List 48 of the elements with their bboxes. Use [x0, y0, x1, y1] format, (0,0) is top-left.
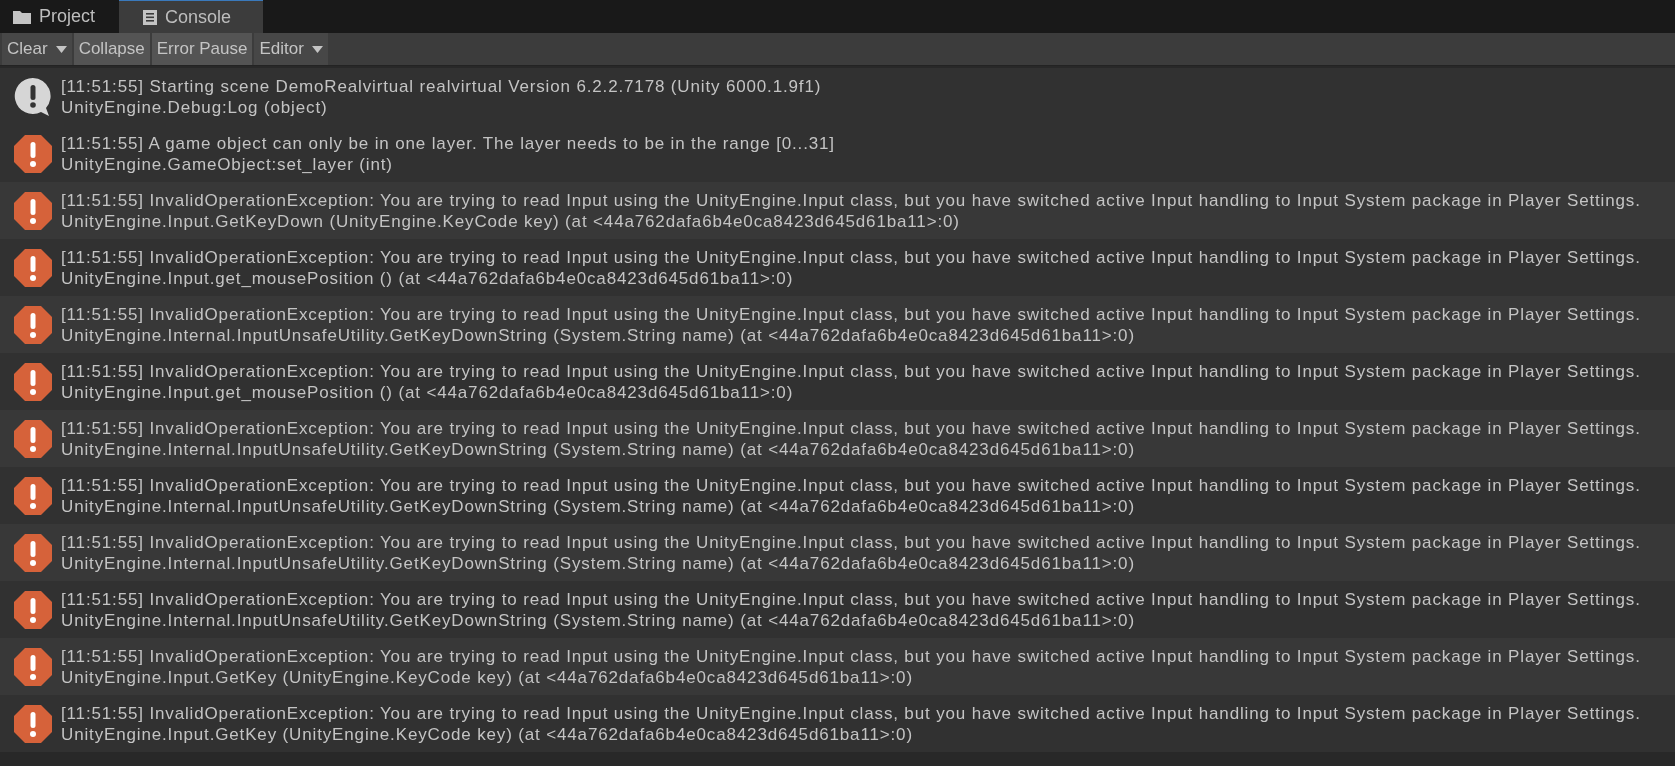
- stack-trace-line: UnityEngine.Internal.InputUnsafeUtility.GetKeyDownString (System.String name) (at <44a762dafa6b4e0ca8423d645d61ba11>:0): [61, 324, 1136, 346]
- log-message: [11:51:55] InvalidOperationException: You are trying to read Input using the UnityEngine.Input class, but you have switched active Input handling to Input System package in Player Settings.: [61, 702, 1641, 724]
- stack-trace-line: UnityEngine.GameObject:set_layer (int): [61, 153, 394, 175]
- log-message: [11:51:55] InvalidOperationException: You are trying to read Input using the UnityEngine.Input class, but you have switched active Input handling to Input System package in Player Settings.: [61, 360, 1641, 382]
- stack-trace-line: UnityEngine.Internal.InputUnsafeUtility.GetKeyDownString (System.String name) (at <44a762dafa6b4e0ca8423d645d61ba11>:0): [61, 552, 1136, 574]
- list-icon: [143, 9, 158, 25]
- log-message: [11:51:55] InvalidOperationException: You are trying to read Input using the UnityEngine.Input class, but you have switched active Input handling to Input System package in Player Settings.: [61, 531, 1641, 553]
- panel-tab[interactable]: Project: [0, 0, 120, 33]
- error-octagon-icon: [14, 134, 52, 173]
- error-octagon-icon: [14, 362, 52, 401]
- error-octagon-icon: [14, 704, 52, 743]
- stack-trace-line: UnityEngine.Internal.InputUnsafeUtility.GetKeyDownString (System.String name) (at <44a762dafa6b4e0ca8423d645d61ba11>:0): [61, 609, 1136, 631]
- log-entry[interactable]: [11:51:55] Starting scene DemoRealvirtual realvirtual Version 6.2.2.7178 (Unity 6000.1.9f1) UnityEngine.Debug:Log (object): [0, 68, 1675, 125]
- caret-icon: [55, 45, 67, 53]
- log-message: [11:51:55] InvalidOperationException: You are trying to read Input using the UnityEngine.Input class, but you have switched active Input handling to Input System package in Player Settings.: [61, 417, 1641, 439]
- log-message: [11:51:55] InvalidOperationException: You are trying to read Input using the UnityEngine.Input class, but you have switched active Input handling to Input System package in Player Settings.: [61, 303, 1641, 325]
- error-octagon-icon: [14, 647, 52, 686]
- error-octagon-icon: [14, 248, 52, 287]
- toolbar-button[interactable]: Clear: [2, 33, 72, 65]
- stack-trace-line: UnityEngine.Input.GetKey (UnityEngine.KeyCode key) (at <44a762dafa6b4e0ca8423d645d61ba11>:0): [61, 723, 914, 745]
- error-octagon-icon: [14, 305, 52, 344]
- toolbar-button[interactable]: Error Pause: [151, 33, 253, 65]
- log-message: [11:51:55] InvalidOperationException: You are trying to read Input using the UnityEngine.Input class, but you have switched active Input handling to Input System package in Player Settings.: [61, 474, 1641, 496]
- stack-trace-line: UnityEngine.Input.get_mousePosition () (at <44a762dafa6b4e0ca8423d645d61ba11>:0): [61, 267, 795, 289]
- stack-trace-line: UnityEngine.Input.GetKeyDown (UnityEngine.KeyCode key) (at <44a762dafa6b4e0ca8423d645d61ba11>:0): [61, 210, 961, 232]
- stack-trace-line: UnityEngine.Input.GetKey (UnityEngine.KeyCode key) (at <44a762dafa6b4e0ca8423d645d61ba11>:0): [61, 666, 914, 688]
- stack-trace-line: UnityEngine.Input.get_mousePosition () (at <44a762dafa6b4e0ca8423d645d61ba11>:0): [61, 381, 795, 403]
- stack-trace-line: UnityEngine.Internal.InputUnsafeUtility.GetKeyDownString (System.String name) (at <44a762dafa6b4e0ca8423d645d61ba11>:0): [61, 495, 1136, 517]
- log-message: [11:51:55] InvalidOperationException: You are trying to read Input using the UnityEngine.Input class, but you have switched active Input handling to Input System package in Player Settings.: [61, 645, 1641, 667]
- error-octagon-icon: [14, 533, 52, 572]
- log-message: [11:51:55] InvalidOperationException: You are trying to read Input using the UnityEngine.Input class, but you have switched active Input handling to Input System package in Player Settings.: [61, 588, 1641, 610]
- stack-trace-line: UnityEngine.Internal.InputUnsafeUtility.GetKeyDownString (System.String name) (at <44a762dafa6b4e0ca8423d645d61ba11>:0): [61, 438, 1136, 460]
- folder-icon: [13, 9, 31, 24]
- log-message: [11:51:55] A game object can only be in one layer. The layer needs to be in the range [0...31]: [61, 132, 835, 154]
- log-message: [11:51:55] Starting scene DemoRealvirtual realvirtual Version 6.2.2.7178 (Unity 6000.1.9f1): [61, 75, 822, 97]
- stack-trace-line: UnityEngine.Debug:Log (object): [61, 96, 329, 118]
- log-message: [11:51:55] InvalidOperationException: You are trying to read Input using the UnityEngine.Input class, but you have switched active Input handling to Input System package in Player Settings.: [61, 246, 1641, 268]
- toolbar-button[interactable]: Collapse: [73, 33, 150, 65]
- speech-bubble-exclamation-icon: [14, 76, 52, 117]
- log-entry[interactable]: [11:51:55] A game object can only be in one layer. The layer needs to be in the range [0...31] UnityEngine.GameObject:set_layer (int): [0, 125, 1675, 182]
- error-octagon-icon: [14, 590, 52, 629]
- log-message: [11:51:55] InvalidOperationException: You are trying to read Input using the UnityEngine.Input class, but you have switched active Input handling to Input System package in Player Settings.: [61, 189, 1641, 211]
- error-octagon-icon: [14, 191, 52, 230]
- error-octagon-icon: [14, 476, 52, 515]
- toolbar-button[interactable]: Editor: [254, 33, 328, 65]
- caret-icon: [311, 45, 323, 53]
- error-octagon-icon: [14, 419, 52, 458]
- panel-tab[interactable]: Console: [119, 0, 264, 33]
